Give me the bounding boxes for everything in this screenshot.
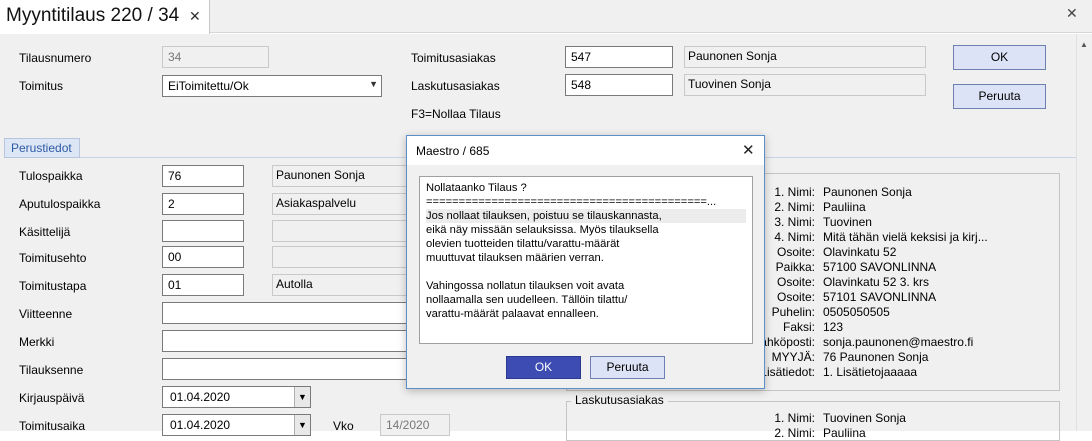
toimitusaika-datepicker[interactable]: 01.04.2020 ▼ bbox=[162, 414, 311, 436]
aputulospaikka-label: Aputulospaikka bbox=[19, 197, 101, 211]
tilauksenne-input[interactable] bbox=[162, 358, 412, 380]
dialog-message-line: Nollataanko Tilaus ? bbox=[426, 182, 527, 194]
info-value: sonja.paunonen@maestro.fi bbox=[823, 335, 974, 349]
info-value: Pauliina bbox=[823, 426, 866, 440]
dialog-message-line bbox=[426, 265, 746, 279]
info-label: 1. Nimi: bbox=[774, 411, 815, 425]
info-value: Tuovinen bbox=[823, 215, 872, 229]
cancel-button[interactable]: Peruuta bbox=[953, 84, 1046, 109]
dialog-title: Maestro / 685 bbox=[416, 144, 490, 158]
close-icon[interactable]: ✕ bbox=[189, 8, 201, 25]
dialog-message: Nollataanko Tilaus ? ====================… bbox=[419, 176, 753, 344]
info-value: Pauliina bbox=[823, 200, 866, 214]
toimitus-label: Toimitus bbox=[19, 79, 64, 93]
info-label: Lisätiedot: bbox=[760, 365, 815, 379]
info-label: 4. Nimi: bbox=[774, 230, 815, 244]
kasittelija-name bbox=[272, 220, 412, 242]
info-label: 1. Nimi: bbox=[774, 185, 815, 199]
toimitus-select[interactable]: EiToimitettu/Ok ▼ bbox=[162, 75, 382, 97]
chevron-down-icon[interactable]: ▼ bbox=[294, 387, 310, 407]
kasittelija-label: Käsittelijä bbox=[19, 225, 71, 239]
dialog-message-line: Vahingossa nollatun tilauksen voit avata bbox=[426, 280, 625, 292]
toimitusaika-value: 01.04.2020 bbox=[170, 418, 231, 432]
info-value: Paunonen Sonja bbox=[823, 185, 912, 199]
laskutusasiakas-input[interactable]: 548 bbox=[565, 74, 673, 96]
info-label: 2. Nimi: bbox=[774, 200, 815, 214]
tab-myyntitilaus[interactable]: Myyntitilaus 220 / 34 ✕ bbox=[0, 0, 210, 34]
laskutusasiakas-label: Laskutusasiakas bbox=[411, 79, 500, 93]
info-value: 57100 SAVONLINNA bbox=[823, 260, 937, 274]
tab-title: Myyntitilaus 220 / 34 bbox=[6, 5, 180, 26]
toimitusehto-name bbox=[272, 246, 412, 268]
toimitus-select-value: EiToimitettu/Ok bbox=[168, 79, 249, 93]
ok-button[interactable]: OK bbox=[953, 45, 1046, 70]
aputulospaikka-input[interactable]: 2 bbox=[162, 193, 244, 215]
toimitustapa-label: Toimitustapa bbox=[19, 279, 87, 293]
tilausnumero-field: 34 bbox=[162, 46, 269, 68]
info-label: Paikka: bbox=[775, 260, 815, 274]
dialog-titlebar: Maestro / 685 ✕ bbox=[407, 136, 764, 165]
merkki-input[interactable] bbox=[162, 330, 412, 352]
tilauksenne-label: Tilauksenne bbox=[19, 363, 84, 377]
toimitustapa-name: Autolla bbox=[272, 274, 412, 296]
toimitusasiakas-name: Paunonen Sonja bbox=[684, 46, 926, 68]
dialog-message-line: Jos nollaat tilauksen, poistuu se tilaus… bbox=[426, 209, 746, 223]
info-value: 1. Lisätietojaaaaa bbox=[823, 365, 918, 379]
info-value: Olavinkatu 52 bbox=[823, 245, 897, 259]
info-value: 57101 SAVONLINNA bbox=[823, 290, 937, 304]
dialog-message-line: eikä näy missään selauksissa. Myös tilau… bbox=[426, 224, 659, 236]
reset-order-hint: F3=Nollaa Tilaus bbox=[411, 107, 501, 121]
tulospaikka-label: Tulospaikka bbox=[19, 169, 83, 183]
dialog-message-line: olevien tuotteiden tilattu/varattu-määrä… bbox=[426, 238, 620, 250]
tulospaikka-input[interactable]: 76 bbox=[162, 165, 244, 187]
info-value: 0505050505 bbox=[823, 305, 890, 319]
toimitustapa-input[interactable]: 01 bbox=[162, 274, 244, 296]
tab-perustiedot[interactable]: Perustiedot bbox=[4, 138, 80, 158]
tulospaikka-name: Paunonen Sonja bbox=[272, 165, 412, 187]
dialog-message-line: varattu-määrät palaavat ennalleen. bbox=[426, 308, 599, 320]
info-label: MYYJÄ: bbox=[771, 350, 815, 364]
chevron-down-icon: ▼ bbox=[369, 79, 378, 89]
scrollbar[interactable]: ▲ bbox=[1076, 34, 1092, 431]
info-value: Mitä tähän vielä keksisi ja kirj... bbox=[823, 230, 988, 244]
toimitusehto-label: Toimitusehto bbox=[19, 251, 87, 265]
toimitusasiakas-label: Toimitusasiakas bbox=[411, 51, 496, 65]
tilausnumero-label: Tilausnumero bbox=[19, 51, 92, 65]
info-label: Faksi: bbox=[782, 320, 815, 334]
chevron-down-icon[interactable]: ▼ bbox=[294, 415, 310, 435]
info-value: 123 bbox=[823, 320, 844, 334]
dialog-message-line: ========================================… bbox=[426, 196, 717, 208]
kirjauspaiva-value: 01.04.2020 bbox=[170, 390, 231, 404]
vko-field: 14/2020 bbox=[380, 414, 450, 436]
dialog-cancel-button[interactable]: Peruuta bbox=[590, 356, 665, 379]
toimitusasiakas-input[interactable]: 547 bbox=[565, 46, 673, 68]
info-label: Osoite: bbox=[776, 245, 815, 259]
window-close-icon[interactable]: ✕ bbox=[1066, 5, 1078, 22]
close-icon[interactable]: ✕ bbox=[742, 141, 755, 159]
viitteenne-input[interactable] bbox=[162, 302, 412, 324]
kirjauspaiva-datepicker[interactable]: 01.04.2020 ▼ bbox=[162, 386, 311, 408]
kasittelija-input[interactable] bbox=[162, 220, 244, 242]
confirm-dialog: Maestro / 685 ✕ Nollataanko Tilaus ? ====… bbox=[406, 135, 765, 389]
info-label: 3. Nimi: bbox=[774, 215, 815, 229]
info-value: Tuovinen Sonja bbox=[823, 411, 906, 425]
dialog-ok-button[interactable]: OK bbox=[506, 356, 581, 379]
merkki-label: Merkki bbox=[19, 335, 55, 349]
info-value: 76 Paunonen Sonja bbox=[823, 350, 929, 364]
info-value: Olavinkatu 52 3. krs bbox=[823, 275, 930, 289]
laskutusasiakas-name: Tuovinen Sonja bbox=[684, 74, 926, 96]
info-label: 2. Nimi: bbox=[774, 426, 815, 440]
dialog-message-line: nollaamalla sen uudelleen. Tällöin tilat… bbox=[426, 294, 628, 306]
billing-info-title: Laskutusasiakas bbox=[571, 393, 668, 407]
kirjauspaiva-label: Kirjauspäivä bbox=[19, 391, 85, 405]
info-label: Osoite: bbox=[776, 275, 815, 289]
viitteenne-label: Viitteenne bbox=[19, 307, 73, 321]
aputulospaikka-name: Asiakaspalvelu bbox=[272, 193, 412, 215]
info-label: Osoite: bbox=[776, 290, 815, 304]
toimitusehto-input[interactable]: 00 bbox=[162, 246, 244, 268]
billing-info-panel: Laskutusasiakas 1. Nimi: Tuovinen Sonja 2.… bbox=[566, 393, 1060, 441]
info-label: Puhelin: bbox=[771, 305, 815, 319]
dialog-message-line: muuttuvat tilauksen määrien verran. bbox=[426, 252, 604, 264]
chevron-up-icon[interactable]: ▲ bbox=[1080, 40, 1088, 49]
